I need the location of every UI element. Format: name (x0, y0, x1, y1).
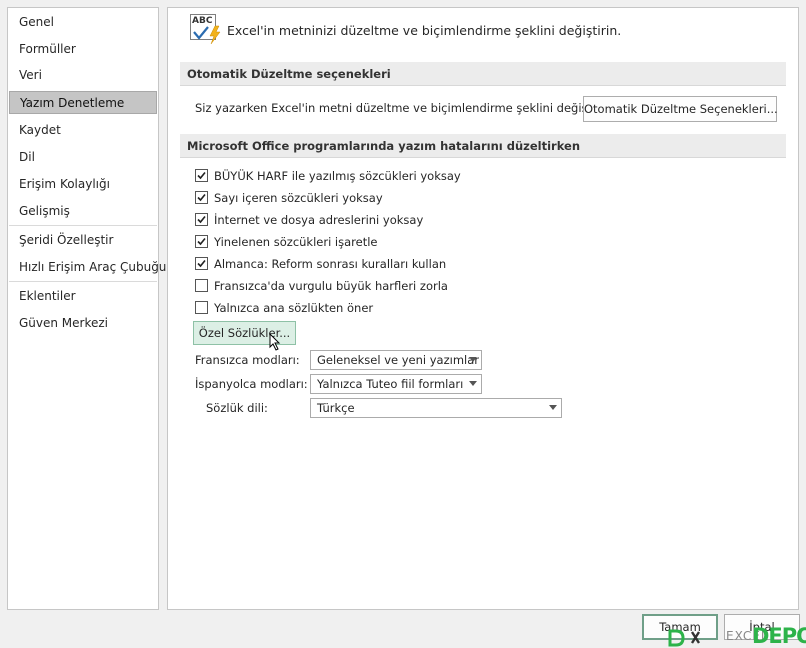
sidebar-item-erisim-kolayligi[interactable]: Erişim Kolaylığı (9, 173, 157, 196)
chevron-down-icon (469, 357, 477, 362)
excel-depo-watermark: EXCEL DEPO (668, 624, 806, 648)
select-value: Yalnızca Tuteo fiil formları (317, 377, 464, 391)
sidebar-item-kaydet[interactable]: Kaydet (9, 119, 157, 142)
sidebar-divider (9, 281, 157, 282)
dictionary-language-select[interactable]: Türkçe (310, 398, 562, 418)
option-label: Yinelenen sözcükleri işaretle (214, 235, 378, 249)
autocorrect-section-header: Otomatik Düzeltme seçenekleri (180, 62, 786, 86)
sidebar-item-label: Şeridi Özelleştir (19, 233, 114, 247)
abc-check-icon: ABC (190, 14, 222, 44)
sidebar-item-label: Dil (19, 150, 35, 164)
watermark-depo-text: DEPO (752, 624, 806, 648)
chevron-down-icon (469, 381, 477, 386)
checkbox[interactable] (195, 235, 208, 248)
spanish-modes-select[interactable]: Yalnızca Tuteo fiil formları (310, 374, 482, 394)
option-label: Almanca: Reform sonrası kuralları kullan (214, 257, 447, 271)
sidebar-item-label: Formüller (19, 42, 76, 56)
sidebar-item-veri[interactable]: Veri (9, 64, 157, 87)
sidebar-item-label: Gelişmiş (19, 204, 70, 218)
spanish-modes-label: İspanyolca modları: (195, 377, 308, 391)
french-modes-label: Fransızca modları: (195, 353, 300, 367)
sidebar-item-eklentiler[interactable]: Eklentiler (9, 285, 157, 308)
select-value: Türkçe (317, 401, 355, 415)
select-value: Geleneksel ve yeni yazımlar (317, 353, 480, 367)
mouse-cursor-icon (269, 333, 281, 351)
sidebar-item-yazim-denetleme[interactable]: Yazım Denetleme (9, 91, 157, 114)
checkbox[interactable] (195, 301, 208, 314)
options-category-sidebar: Genel Formüller Veri Yazım Denetleme Kay… (7, 7, 166, 610)
checkbox[interactable] (195, 257, 208, 270)
option-label: Fransızca'da vurgulu büyük harfleri zorl… (214, 279, 448, 293)
autocorrect-description: Siz yazarken Excel'in metni düzeltme ve … (195, 101, 615, 115)
sidebar-item-label: Kaydet (19, 123, 61, 137)
checkbox[interactable] (195, 191, 208, 204)
checkbox[interactable] (195, 213, 208, 226)
spelling-section-header: Microsoft Office programlarında yazım ha… (180, 134, 786, 158)
sidebar-divider (9, 225, 157, 226)
dictionary-language-label: Sözlük dili: (206, 401, 268, 415)
watermark-logo-icon (668, 629, 701, 647)
intro-text: Excel'in metninizi düzeltme ve biçimlend… (227, 23, 622, 38)
sidebar-item-label: Yazım Denetleme (20, 96, 125, 110)
sidebar-item-guven-merkezi[interactable]: Güven Merkezi (9, 312, 157, 335)
autocorrect-options-button[interactable]: Otomatik Düzeltme Seçenekleri... (583, 96, 778, 122)
option-label: BÜYÜK HARF ile yazılmış sözcükleri yoksa… (214, 169, 461, 183)
option-label: Yalnızca ana sözlükten öner (214, 301, 374, 315)
checkbox[interactable] (195, 169, 208, 182)
proofing-options-panel: ABC Excel'in metninizi düzeltme ve biçim… (167, 7, 799, 610)
sidebar-item-seridi-ozellestir[interactable]: Şeridi Özelleştir (9, 229, 157, 252)
sidebar-item-genel[interactable]: Genel (9, 11, 157, 34)
chevron-down-icon (549, 405, 557, 410)
sidebar-item-label: Hızlı Erişim Araç Çubuğu (19, 260, 167, 274)
sidebar-item-label: Erişim Kolaylığı (19, 177, 110, 191)
sidebar-item-label: Eklentiler (19, 289, 76, 303)
sidebar-item-label: Güven Merkezi (19, 316, 109, 330)
option-label: İnternet ve dosya adreslerini yoksay (214, 213, 424, 227)
sidebar-item-label: Veri (19, 68, 42, 82)
sidebar-item-gelismis[interactable]: Gelişmiş (9, 200, 157, 223)
sidebar-item-formuller[interactable]: Formüller (9, 38, 157, 61)
sidebar-item-dil[interactable]: Dil (9, 146, 157, 169)
checkbox[interactable] (195, 279, 208, 292)
sidebar-item-hizli-erisim[interactable]: Hızlı Erişim Araç Çubuğu (9, 256, 166, 279)
french-modes-select[interactable]: Geleneksel ve yeni yazımlar (310, 350, 482, 370)
sidebar-item-label: Genel (19, 15, 55, 29)
option-label: Sayı içeren sözcükleri yoksay (214, 191, 383, 205)
